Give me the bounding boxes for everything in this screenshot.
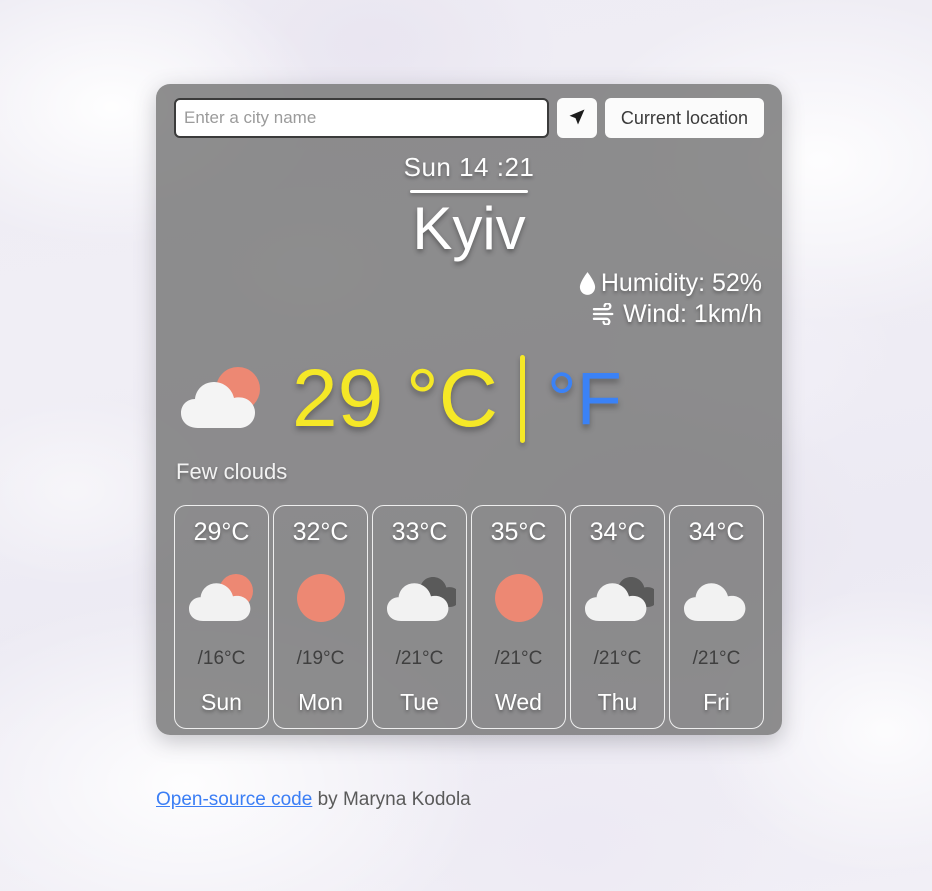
current-temperature-row: 29 °C °F	[174, 355, 764, 443]
wind-icon	[592, 302, 619, 325]
current-weather-icon	[174, 360, 270, 439]
datetime-underline	[410, 190, 528, 193]
current-conditions: Humidity: 52% Wind: 1km/h	[174, 268, 764, 329]
unit-fahrenheit-toggle[interactable]: °F	[547, 362, 622, 436]
city-name: Kyiv	[412, 195, 526, 262]
forecast-max-temp: 33°C	[391, 518, 448, 546]
open-source-link[interactable]: Open-source code	[156, 789, 312, 810]
forecast-card: 33°C/21°C Tue	[372, 505, 467, 729]
forecast-min-temp: /19°C	[296, 647, 345, 669]
forecast-day-label: Mon	[298, 688, 343, 715]
current-temperature-celsius[interactable]: 29 °C	[292, 358, 498, 440]
forecast-card: 34°C/21°C Thu	[570, 505, 665, 729]
clear-sun-icon	[483, 566, 555, 628]
forecast-max-temp: 34°C	[688, 518, 745, 546]
humidity-label: Humidity: 52%	[600, 269, 762, 297]
forecast-card: 34°C/21°C Fri	[669, 505, 764, 729]
forecast-card: 35°C/21°C Wed	[471, 505, 566, 729]
few-clouds-icon	[176, 360, 268, 439]
forecast-card: 29°C/16°C Sun	[174, 505, 269, 729]
forecast-max-temp: 32°C	[292, 518, 349, 546]
water-drop-icon	[578, 271, 597, 296]
forecast-day-label: Sun	[201, 688, 242, 715]
forecast-day-label: Fri	[703, 688, 730, 715]
wind-label: Wind: 1km/h	[623, 299, 762, 328]
broken-clouds-icon	[384, 566, 456, 628]
forecast-max-temp: 34°C	[589, 518, 646, 546]
wind-row: Wind: 1km/h	[174, 299, 762, 330]
forecast-min-temp: /21°C	[494, 647, 543, 669]
footer-credit: Open-source code by Maryna Kodola	[156, 789, 471, 811]
forecast-max-temp: 29°C	[193, 518, 250, 546]
forecast-day-label: Tue	[400, 688, 439, 715]
author-credit: by Maryna Kodola	[312, 789, 471, 810]
forecast-min-temp: /16°C	[197, 647, 246, 669]
current-datetime: Sun 14 :21	[403, 152, 535, 182]
humidity-row: Humidity: 52%	[174, 268, 762, 299]
weather-description: Few clouds	[176, 459, 288, 484]
forecast-strip: 29°C/16°C Sun 32°C/19°C Mon 33°C/21°C Tue 35°C…	[174, 505, 764, 735]
forecast-max-temp: 35°C	[490, 518, 547, 546]
few-clouds-icon	[186, 566, 258, 628]
current-location-button[interactable]: Current location	[604, 98, 764, 138]
forecast-min-temp: /21°C	[593, 647, 642, 669]
forecast-min-temp: /21°C	[692, 647, 741, 669]
cloud-icon	[681, 566, 753, 628]
weather-app-panel: Current location Sun 14 :21 Kyiv Humidit…	[156, 84, 782, 735]
unit-divider	[520, 355, 526, 443]
forecast-min-temp: /21°C	[395, 647, 444, 669]
forecast-day-label: Wed	[495, 688, 542, 715]
forecast-day-label: Thu	[597, 688, 638, 715]
broken-clouds-icon	[582, 566, 654, 628]
search-bar: Current location	[174, 98, 764, 138]
city-search-input[interactable]	[174, 98, 549, 138]
clear-sun-icon	[285, 566, 357, 628]
current-location-icon-button[interactable]	[556, 98, 597, 138]
forecast-card: 32°C/19°C Mon	[273, 505, 368, 729]
navigation-arrow-icon	[567, 107, 587, 130]
